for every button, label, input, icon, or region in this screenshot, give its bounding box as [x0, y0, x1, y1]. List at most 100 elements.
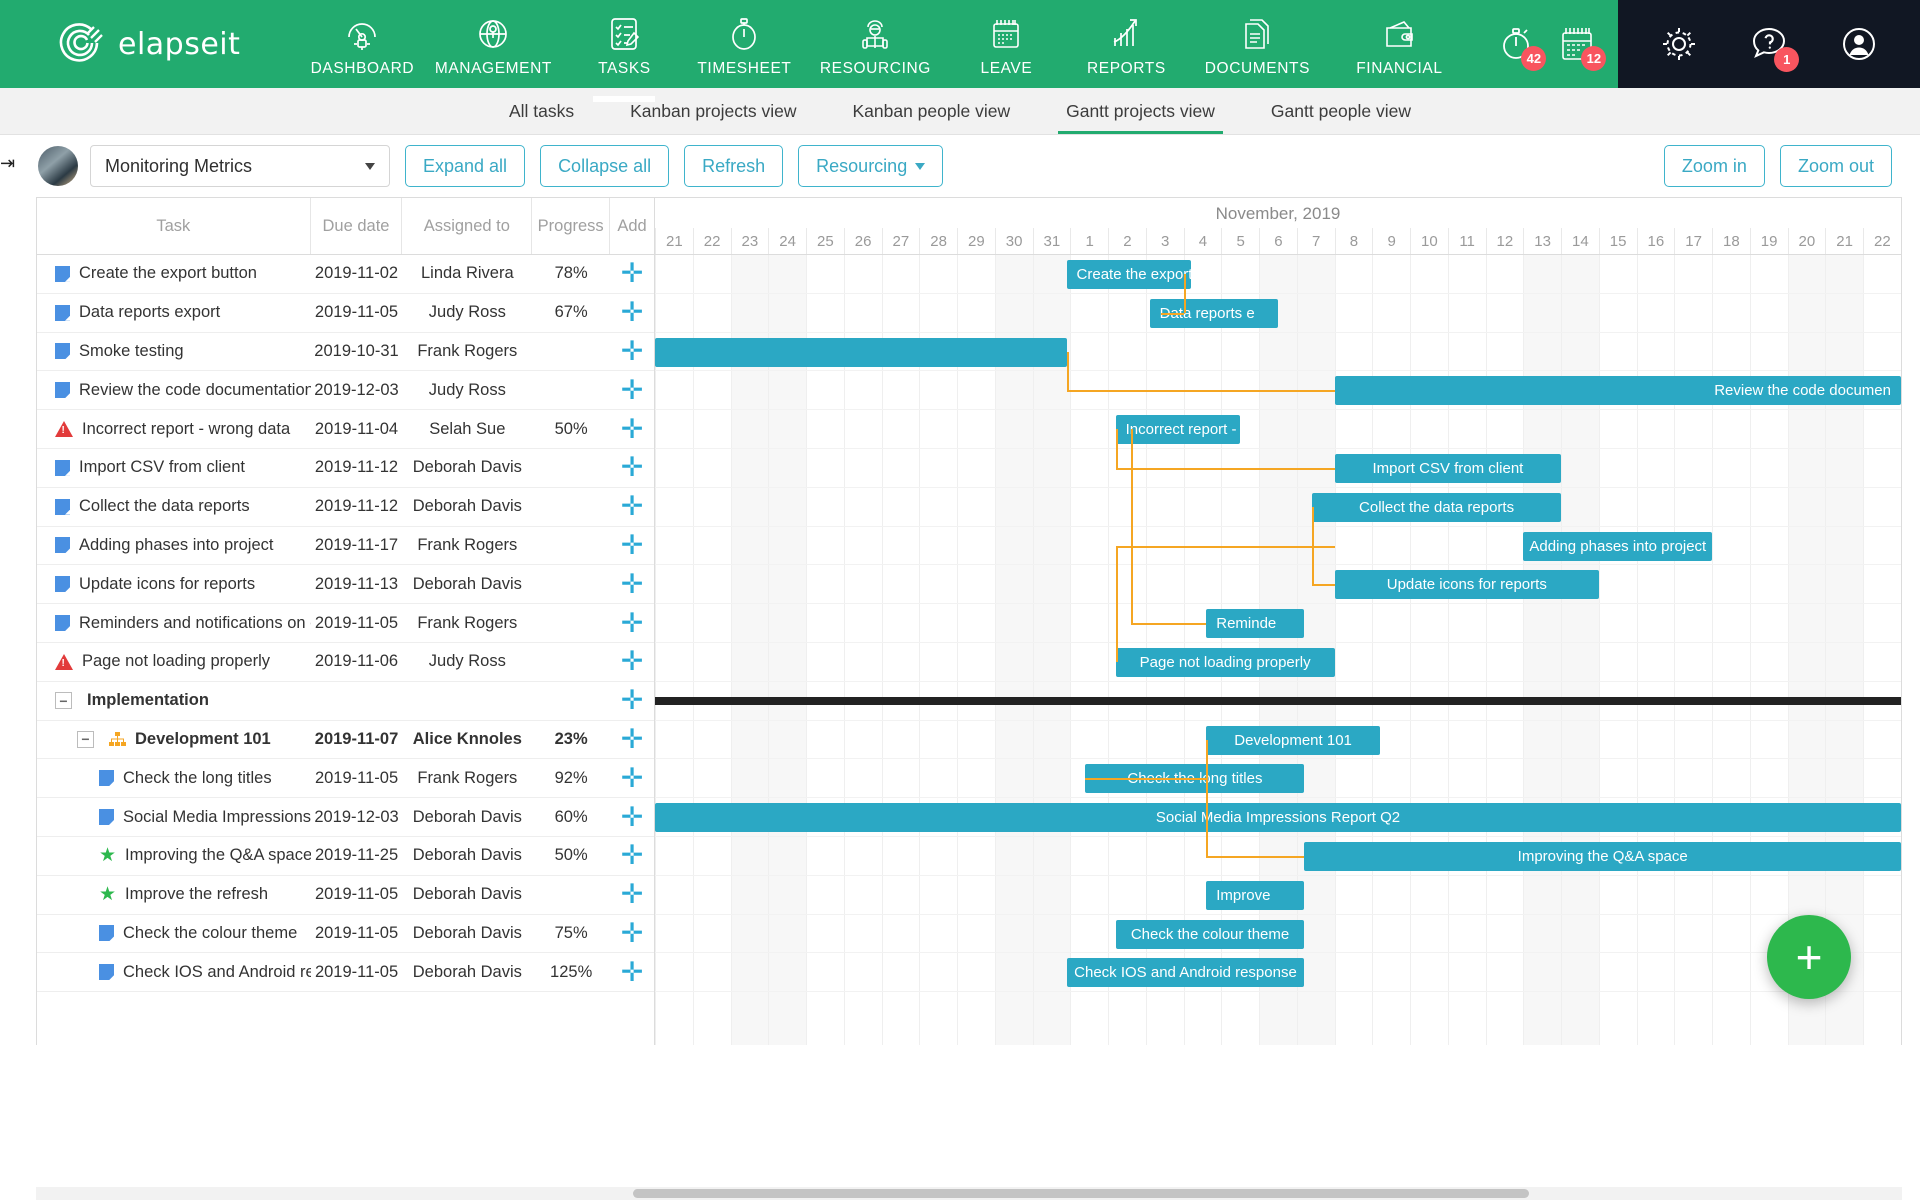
- horizontal-scrollbar[interactable]: [36, 1187, 1902, 1200]
- gantt-bar[interactable]: Incorrect report - w: [1115, 415, 1241, 445]
- add-subtask-button[interactable]: ✛: [621, 958, 644, 986]
- tab-gantt-projects-view[interactable]: Gantt projects view: [1038, 101, 1243, 134]
- add-subtask-button[interactable]: ✛: [621, 648, 644, 675]
- doc-icon: [55, 537, 70, 554]
- zoom-out-button[interactable]: Zoom out: [1779, 145, 1892, 187]
- table-row[interactable]: Check the long titles 2019-11-05 Frank Rog…: [37, 759, 654, 799]
- gantt-bar[interactable]: Development 101: [1206, 725, 1380, 755]
- gantt-bar[interactable]: Check IOS and Android response: [1066, 958, 1305, 988]
- add-task-fab[interactable]: +: [1767, 915, 1851, 999]
- nav-item-resourcing[interactable]: RESOURCING: [804, 11, 946, 78]
- brand-logo[interactable]: elapseit: [58, 21, 240, 67]
- add-cell: ✛: [610, 415, 654, 443]
- tab-kanban-people-view[interactable]: Kanban people view: [824, 101, 1038, 134]
- scrollbar-thumb[interactable]: [633, 1189, 1529, 1198]
- gantt-bar[interactable]: [655, 337, 1067, 367]
- dependency-line: [1085, 778, 1207, 781]
- add-subtask-button[interactable]: ✛: [621, 764, 644, 792]
- add-cell: ✛: [610, 958, 654, 986]
- column-header-task: Task: [37, 198, 311, 254]
- add-subtask-button[interactable]: ✛: [621, 299, 644, 326]
- table-row[interactable]: Social Media Impressions Re2019-12-03 Deb…: [37, 798, 654, 837]
- add-subtask-button[interactable]: ✛: [621, 454, 644, 481]
- gantt-bar[interactable]: Import CSV from client: [1334, 454, 1562, 483]
- table-row[interactable]: Incorrect report - wrong data 2019-11-04 S…: [37, 410, 654, 449]
- gear-icon[interactable]: [1657, 22, 1701, 66]
- add-subtask-button[interactable]: ✛: [621, 337, 644, 365]
- table-row[interactable]: Adding phases into project 2019-11-17 Fran…: [37, 527, 654, 566]
- table-row[interactable]: Collect the data reports 2019-11-12 Debora…: [37, 488, 654, 527]
- table-row[interactable]: Page not loading properly 2019-11-06 Judy …: [37, 643, 654, 682]
- nav-item-financial[interactable]: FINANCIAL: [1328, 11, 1470, 78]
- nav-item-timesheet[interactable]: TIMESHEET: [684, 11, 804, 78]
- gantt-bar[interactable]: Collect the data reports: [1311, 492, 1562, 522]
- gantt-bar[interactable]: Adding phases into project: [1523, 531, 1713, 561]
- add-subtask-button[interactable]: ✛: [621, 842, 644, 869]
- tab-all-tasks[interactable]: All tasks: [481, 101, 602, 134]
- progress-cell: 75%: [554, 923, 588, 942]
- add-subtask-button[interactable]: ✛: [621, 570, 644, 598]
- gantt-bar[interactable]: Check the colour theme: [1115, 919, 1305, 949]
- sidebar-expand-arrow-icon[interactable]: ⇥: [0, 153, 24, 174]
- add-subtask-button[interactable]: ✛: [621, 376, 644, 404]
- nav-item-dashboard[interactable]: DASHBOARD: [302, 11, 422, 78]
- resourcing-dropdown-button[interactable]: Resourcing: [798, 145, 944, 187]
- row-collapse-toggle[interactable]: −: [77, 730, 94, 748]
- gantt-bar[interactable]: Page not loading properly: [1115, 648, 1335, 677]
- table-row[interactable]: Smoke testing 2019-10-31 Frank Rogers ✛: [37, 333, 654, 372]
- add-subtask-button[interactable]: ✛: [621, 415, 644, 443]
- table-row[interactable]: − Implementation ✛: [37, 682, 654, 721]
- table-row[interactable]: Data reports export 2019-11-05 Judy Ross 67…: [37, 294, 654, 333]
- add-subtask-button[interactable]: ✛: [621, 531, 644, 559]
- help-chat-icon[interactable]: 1: [1747, 22, 1800, 72]
- table-row[interactable]: ★ Improve the refresh 2019-11-05 Deborah Da…: [37, 876, 654, 915]
- add-subtask-button[interactable]: ✛: [621, 919, 644, 947]
- gantt-bar[interactable]: Social Media Impressions Report Q2: [655, 803, 1901, 833]
- nav-item-tasks[interactable]: TASKS: [564, 11, 684, 78]
- gantt-bar[interactable]: Update icons for reports: [1334, 570, 1599, 600]
- nav-item-reports[interactable]: REPORTS: [1066, 11, 1186, 78]
- project-select[interactable]: Monitoring Metrics: [90, 145, 390, 187]
- user-avatar-icon[interactable]: [1837, 22, 1881, 66]
- tab-kanban-projects-view[interactable]: Kanban projects view: [602, 101, 824, 134]
- table-row[interactable]: Check IOS and Android resp2019-11-05 Debo…: [37, 953, 654, 993]
- add-subtask-button[interactable]: ✛: [621, 260, 644, 287]
- add-subtask-button[interactable]: ✛: [621, 493, 644, 520]
- nav-item-management[interactable]: MANAGEMENT: [422, 11, 564, 78]
- dependency-line: [1066, 351, 1069, 391]
- table-row[interactable]: Review the code documentation 2019-12-03 J…: [37, 371, 654, 411]
- add-subtask-button[interactable]: ✛: [621, 609, 644, 637]
- expand-all-button[interactable]: Expand all: [405, 145, 526, 187]
- zoom-in-button[interactable]: Zoom in: [1663, 145, 1765, 187]
- due-date-cell: 2019-11-25: [314, 846, 399, 865]
- row-collapse-toggle[interactable]: −: [55, 692, 72, 710]
- table-row[interactable]: ★ Improving the Q&A space 2019-11-25 Debora…: [37, 837, 654, 876]
- gantt-bar[interactable]: Create the export: [1066, 260, 1192, 289]
- collapse-all-button[interactable]: Collapse all: [540, 145, 670, 187]
- calendar-alert-icon[interactable]: 12: [1556, 23, 1607, 71]
- add-subtask-button[interactable]: ✛: [621, 881, 644, 908]
- table-row[interactable]: Import CSV from client 2019-11-12 Deborah …: [37, 449, 654, 488]
- task-cell: Create the export button: [37, 264, 311, 283]
- gantt-bar[interactable]: Reminde: [1206, 609, 1305, 639]
- refresh-button[interactable]: Refresh: [684, 145, 784, 187]
- task-name: Create the export button: [79, 264, 257, 283]
- table-row[interactable]: Create the export button 2019-11-02 Linda …: [37, 255, 654, 294]
- assignee-cell: Deborah Davis: [412, 807, 522, 826]
- assignee-cell: Deborah Davis: [412, 923, 522, 942]
- gantt-bar[interactable]: Review the code documen: [1334, 376, 1901, 406]
- timeline-row: [655, 410, 1901, 449]
- add-subtask-button[interactable]: ✛: [621, 687, 644, 714]
- gantt-bar[interactable]: Improve: [1206, 880, 1305, 910]
- table-row[interactable]: − Development 101 2019-11-07 Alice Knnoles 2…: [37, 721, 654, 760]
- add-subtask-button[interactable]: ✛: [621, 803, 644, 831]
- stopwatch-alert-icon[interactable]: 42: [1496, 23, 1547, 71]
- gantt-bar[interactable]: Improving the Q&A space: [1304, 842, 1901, 871]
- tab-gantt-people-view[interactable]: Gantt people view: [1243, 101, 1439, 134]
- add-subtask-button[interactable]: ✛: [621, 725, 644, 753]
- table-row[interactable]: Reminders and notifications on en 2019-11…: [37, 604, 654, 643]
- table-row[interactable]: Update icons for reports 2019-11-13 Debora…: [37, 565, 654, 605]
- nav-item-documents[interactable]: DOCUMENTS: [1186, 11, 1328, 78]
- table-row[interactable]: Check the colour theme 2019-11-05 Deborah …: [37, 915, 654, 954]
- nav-item-leave[interactable]: LEAVE: [946, 11, 1066, 78]
